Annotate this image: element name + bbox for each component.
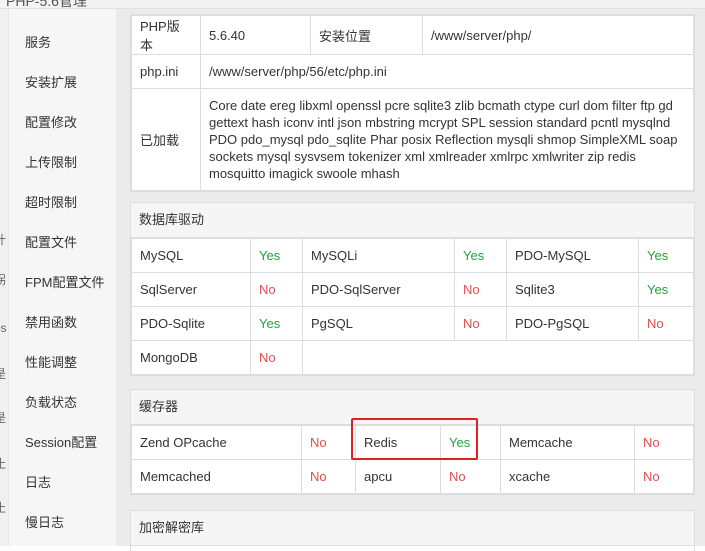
cache-status: Yes xyxy=(440,425,501,460)
driver-name: Sqlite3 xyxy=(506,272,639,307)
php-ini-value: /www/server/php/56/etc/php.ini xyxy=(200,54,694,89)
driver-name: PDO-SqlServer xyxy=(302,272,455,307)
driver-status: No xyxy=(454,272,507,307)
window-titlebar: PHP-5.6管理 xyxy=(0,0,705,9)
driver-status: No xyxy=(250,340,303,375)
db-driver-table: MySQL Yes MySQLi Yes PDO-MySQL Yes SqlSe… xyxy=(131,238,694,375)
cache-name: Zend OPcache xyxy=(131,425,302,460)
loaded-extensions-label: 已加载 xyxy=(131,88,201,191)
php-version-value: 5.6.40 xyxy=(200,15,311,55)
cache-table: Zend OPcache No Redis Yes Memcache No Me… xyxy=(131,425,694,494)
table-row: Memcached No apcu No xcache No xyxy=(131,459,694,494)
driver-status: Yes xyxy=(250,306,303,341)
sidebar-item-install-extensions[interactable]: 安装扩展 xyxy=(25,72,77,91)
sidebar-item-disabled-functions[interactable]: 禁用函数 xyxy=(25,312,77,331)
db-driver-panel: 数据库驱动 MySQL Yes MySQLi Yes PDO-MySQL Yes… xyxy=(130,202,695,376)
main-content: PHP版本 5.6.40 安装位置 /www/server/php/ php.i… xyxy=(116,9,705,551)
driver-status: Yes xyxy=(250,238,303,273)
driver-name: MySQL xyxy=(131,238,251,273)
cache-status: No xyxy=(301,425,356,460)
table-row: MySQL Yes MySQLi Yes PDO-MySQL Yes xyxy=(131,238,694,273)
sidebar-item-performance[interactable]: 性能调整 xyxy=(25,352,77,371)
driver-name: MongoDB xyxy=(131,340,251,375)
driver-name: PDO-PgSQL xyxy=(506,306,639,341)
crypto-title: 加密解密库 xyxy=(131,511,694,546)
edge-glyph: 计 xyxy=(0,231,6,248)
install-path-label: 安装位置 xyxy=(310,15,423,55)
sidebar-item-timeout-limit[interactable]: 超时限制 xyxy=(25,192,77,211)
sidebar-item-slow-log[interactable]: 慢日志 xyxy=(25,512,64,531)
php-info-table: PHP版本 5.6.40 安装位置 /www/server/php/ php.i… xyxy=(131,15,694,191)
cache-status: No xyxy=(301,459,356,494)
cache-status: No xyxy=(634,459,694,494)
table-row: PHP版本 5.6.40 安装位置 /www/server/php/ xyxy=(131,15,694,55)
cache-name: Memcached xyxy=(131,459,302,494)
install-path-value: /www/server/php/ xyxy=(422,15,694,55)
sidebar-item-config-edit[interactable]: 配置修改 xyxy=(25,112,77,131)
table-row: MongoDB No xyxy=(131,340,694,375)
sidebar-item-config-file[interactable]: 配置文件 xyxy=(25,232,77,251)
driver-status: Yes xyxy=(638,272,694,307)
sidebar-item-load-status[interactable]: 负载状态 xyxy=(25,392,77,411)
sidebar: 服务 安装扩展 配置修改 上传限制 超时限制 配置文件 FPM配置文件 禁用函数… xyxy=(9,9,116,546)
loaded-extensions-value: Core date ereg libxml openssl pcre sqlit… xyxy=(200,88,694,191)
edge-glyph: 止 xyxy=(0,499,6,516)
edge-glyph: 是 xyxy=(0,365,6,382)
php-version-label: PHP版本 xyxy=(131,15,201,55)
sidebar-item-upload-limit[interactable]: 上传限制 xyxy=(25,152,77,171)
table-row: SqlServer No PDO-SqlServer No Sqlite3 Ye… xyxy=(131,272,694,307)
background-window-edge: 计 拐 os 是 是 止 止 xyxy=(0,9,9,546)
cache-name: xcache xyxy=(500,459,635,494)
cache-panel: 缓存器 Zend OPcache No Redis Yes Memcache N… xyxy=(130,389,695,495)
driver-name: PDO-MySQL xyxy=(506,238,639,273)
php-info-panel: PHP版本 5.6.40 安装位置 /www/server/php/ php.i… xyxy=(130,14,695,192)
cache-name: apcu xyxy=(355,459,441,494)
driver-name: PgSQL xyxy=(302,306,455,341)
driver-name: PDO-Sqlite xyxy=(131,306,251,341)
empty-cell xyxy=(302,340,694,375)
table-row: php.ini /www/server/php/56/etc/php.ini xyxy=(131,54,694,89)
driver-name: MySQLi xyxy=(302,238,455,273)
driver-status: Yes xyxy=(454,238,507,273)
driver-status: Yes xyxy=(638,238,694,273)
sidebar-item-fpm-config[interactable]: FPM配置文件 xyxy=(25,272,104,291)
sidebar-item-log[interactable]: 日志 xyxy=(25,472,51,491)
driver-status: No xyxy=(638,306,694,341)
edge-glyph: 拐 xyxy=(0,271,6,288)
cache-name: Memcache xyxy=(500,425,635,460)
table-row: 已加载 Core date ereg libxml openssl pcre s… xyxy=(131,88,694,191)
php-ini-label: php.ini xyxy=(131,54,201,89)
edge-glyph: 止 xyxy=(0,455,6,472)
db-driver-title: 数据库驱动 xyxy=(131,203,694,238)
driver-status: No xyxy=(250,272,303,307)
cache-status: No xyxy=(634,425,694,460)
table-row: Zend OPcache No Redis Yes Memcache No xyxy=(131,425,694,460)
edge-glyph: 是 xyxy=(0,409,6,426)
driver-name: SqlServer xyxy=(131,272,251,307)
sidebar-item-session-config[interactable]: Session配置 xyxy=(25,432,97,451)
window-title: PHP-5.6管理 xyxy=(6,0,87,9)
cache-name: Redis xyxy=(355,425,441,460)
driver-status: No xyxy=(454,306,507,341)
crypto-panel: 加密解密库 xyxy=(130,510,695,551)
cache-title: 缓存器 xyxy=(131,390,694,425)
sidebar-item-service[interactable]: 服务 xyxy=(25,32,51,51)
edge-glyph: os xyxy=(0,321,7,335)
cache-status: No xyxy=(440,459,501,494)
table-row: PDO-Sqlite Yes PgSQL No PDO-PgSQL No xyxy=(131,306,694,341)
